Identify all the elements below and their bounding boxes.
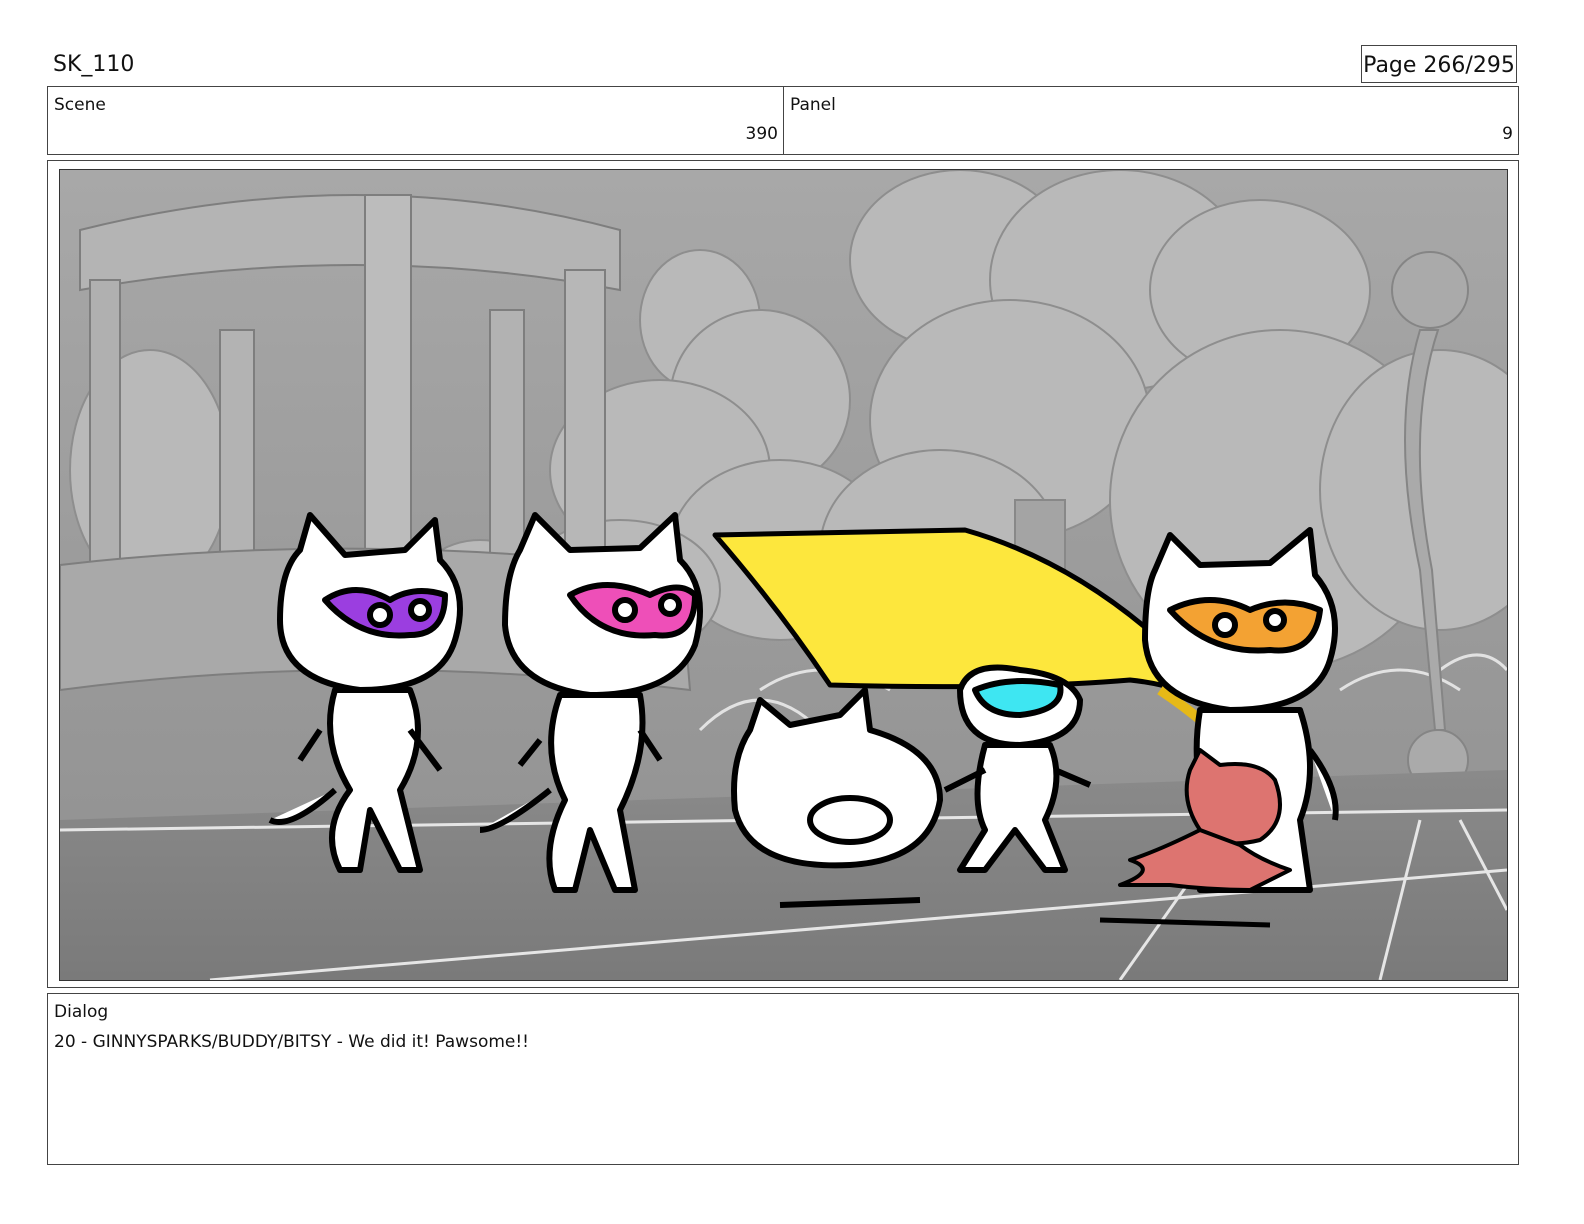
panel-cell: Panel 9 bbox=[784, 87, 1518, 154]
artwork-canvas bbox=[60, 170, 1507, 980]
project-id: SK_110 bbox=[53, 52, 135, 77]
dialog-label: Dialog bbox=[54, 1002, 109, 1022]
dialog-text: 20 - GINNYSPARKS/BUDDY/BITSY - We did it… bbox=[54, 1032, 529, 1052]
page-counter: Page 266/295 bbox=[1361, 45, 1517, 83]
page-counter-label: Page 266/295 bbox=[1363, 53, 1515, 78]
storyboard-artwork bbox=[59, 169, 1508, 981]
scene-cell: Scene 390 bbox=[48, 87, 784, 154]
scene-number: 390 bbox=[745, 124, 778, 144]
panel-number: 9 bbox=[1502, 124, 1513, 144]
storyboard-frame bbox=[47, 160, 1519, 988]
dialog-box: Dialog 20 - GINNYSPARKS/BUDDY/BITSY - We… bbox=[47, 993, 1519, 1165]
scene-panel-info-row: Scene 390 Panel 9 bbox=[47, 86, 1519, 155]
scene-label: Scene bbox=[54, 95, 106, 115]
panel-label: Panel bbox=[790, 95, 836, 115]
